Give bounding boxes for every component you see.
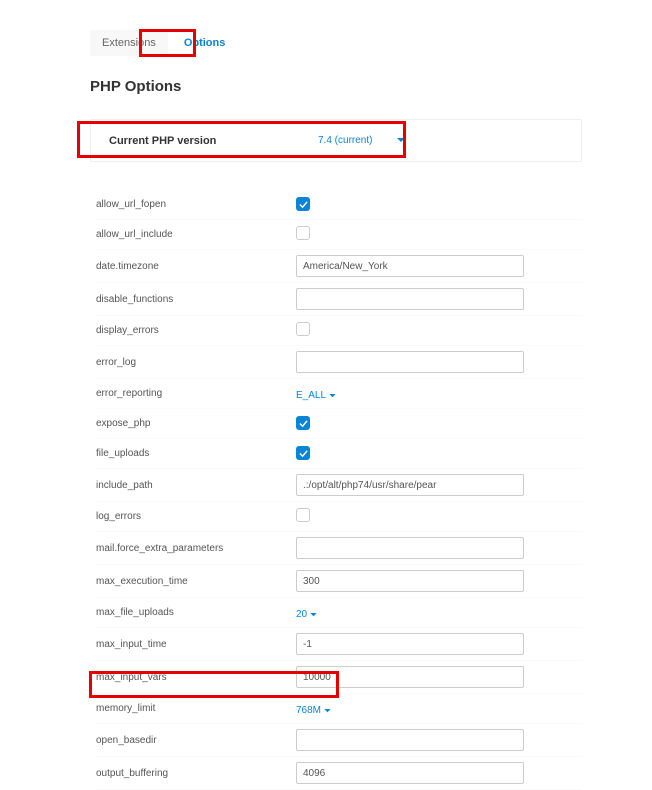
option-label: output_buffering: [96, 768, 296, 779]
php-version-label: Current PHP version: [109, 135, 309, 147]
option-control: [296, 537, 582, 559]
php-version-value: 7.4 (current): [318, 135, 372, 146]
input-output_buffering[interactable]: [296, 762, 524, 784]
option-row-max_input_vars: max_input_vars: [96, 661, 582, 694]
option-control: [296, 322, 582, 339]
option-label: max_file_uploads: [96, 607, 296, 618]
input-date-timezone[interactable]: [296, 255, 524, 277]
php-version-select[interactable]: 7.4 (current): [309, 130, 414, 151]
option-control: 20: [296, 606, 582, 620]
option-label: max_input_vars: [96, 672, 296, 683]
input-mail-force_extra_parameters[interactable]: [296, 537, 524, 559]
option-row-memory_limit: memory_limit768M: [96, 694, 582, 724]
option-control: [296, 762, 582, 784]
option-row-disable_functions: disable_functions: [96, 283, 582, 316]
option-control: [296, 474, 582, 496]
option-control: [296, 508, 582, 525]
option-label: open_basedir: [96, 735, 296, 746]
caret-down-icon: [397, 138, 405, 143]
option-row-max_input_time: max_input_time: [96, 628, 582, 661]
caret-down-icon: [329, 390, 336, 401]
option-label: max_input_time: [96, 639, 296, 650]
input-include_path[interactable]: [296, 474, 524, 496]
php-version-bar: Current PHP version 7.4 (current): [90, 119, 582, 162]
option-label: error_log: [96, 357, 296, 368]
option-label: allow_url_fopen: [96, 199, 296, 210]
option-control: [296, 288, 582, 310]
select-value: E_ALL: [296, 390, 326, 401]
tabs: Extensions Options: [90, 30, 582, 56]
option-control: 768M: [296, 702, 582, 716]
option-row-max_file_uploads: max_file_uploads20: [96, 598, 582, 628]
option-control: [296, 351, 582, 373]
option-control: [296, 729, 582, 751]
checkbox-display_errors[interactable]: [296, 322, 310, 336]
input-error_log[interactable]: [296, 351, 524, 373]
option-control: [296, 197, 582, 212]
checkbox-file_uploads[interactable]: [296, 446, 310, 460]
option-control: [296, 633, 582, 655]
input-max_input_vars[interactable]: [296, 666, 524, 688]
option-label: allow_url_include: [96, 229, 296, 240]
option-label: expose_php: [96, 418, 296, 429]
option-control: [296, 446, 582, 461]
input-disable_functions[interactable]: [296, 288, 524, 310]
option-row-display_errors: display_errors: [96, 316, 582, 346]
option-row-file_uploads: file_uploads: [96, 439, 582, 469]
option-label: include_path: [96, 480, 296, 491]
option-row-error_reporting: error_reportingE_ALL: [96, 379, 582, 409]
option-label: disable_functions: [96, 294, 296, 305]
option-row-mail-force_extra_parameters: mail.force_extra_parameters: [96, 532, 582, 565]
select-value: 20: [296, 609, 307, 620]
checkbox-allow_url_include[interactable]: [296, 226, 310, 240]
option-row-allow_url_fopen: allow_url_fopen: [96, 190, 582, 220]
option-row-log_errors: log_errors: [96, 502, 582, 532]
checkbox-expose_php[interactable]: [296, 416, 310, 430]
select-memory_limit[interactable]: 768M: [296, 705, 331, 716]
option-label: date.timezone: [96, 261, 296, 272]
option-label: mail.force_extra_parameters: [96, 543, 296, 554]
option-label: display_errors: [96, 325, 296, 336]
options-list: allow_url_fopen allow_url_include date.tim…: [90, 190, 582, 790]
select-error_reporting[interactable]: E_ALL: [296, 390, 336, 401]
tab-options[interactable]: Options: [172, 30, 238, 56]
input-max_input_time[interactable]: [296, 633, 524, 655]
caret-down-icon: [324, 705, 331, 716]
option-row-open_basedir: open_basedir: [96, 724, 582, 757]
option-control: [296, 570, 582, 592]
option-row-error_log: error_log: [96, 346, 582, 379]
option-control: [296, 416, 582, 431]
option-label: error_reporting: [96, 388, 296, 399]
select-value: 768M: [296, 705, 321, 716]
option-row-allow_url_include: allow_url_include: [96, 220, 582, 250]
option-row-output_buffering: output_buffering: [96, 757, 582, 790]
option-label: log_errors: [96, 511, 296, 522]
option-control: E_ALL: [296, 387, 582, 401]
option-control: [296, 666, 582, 688]
input-max_execution_time[interactable]: [296, 570, 524, 592]
option-control: [296, 226, 582, 243]
option-label: max_execution_time: [96, 576, 296, 587]
select-max_file_uploads[interactable]: 20: [296, 609, 317, 620]
option-label: memory_limit: [96, 703, 296, 714]
caret-down-icon: [310, 609, 317, 620]
option-control: [296, 255, 582, 277]
input-open_basedir[interactable]: [296, 729, 524, 751]
option-label: file_uploads: [96, 448, 296, 459]
option-row-expose_php: expose_php: [96, 409, 582, 439]
checkbox-allow_url_fopen[interactable]: [296, 197, 310, 211]
option-row-date-timezone: date.timezone: [96, 250, 582, 283]
checkbox-log_errors[interactable]: [296, 508, 310, 522]
page-title: PHP Options: [90, 78, 582, 95]
option-row-max_execution_time: max_execution_time: [96, 565, 582, 598]
option-row-include_path: include_path: [96, 469, 582, 502]
tab-extensions[interactable]: Extensions: [90, 30, 168, 56]
